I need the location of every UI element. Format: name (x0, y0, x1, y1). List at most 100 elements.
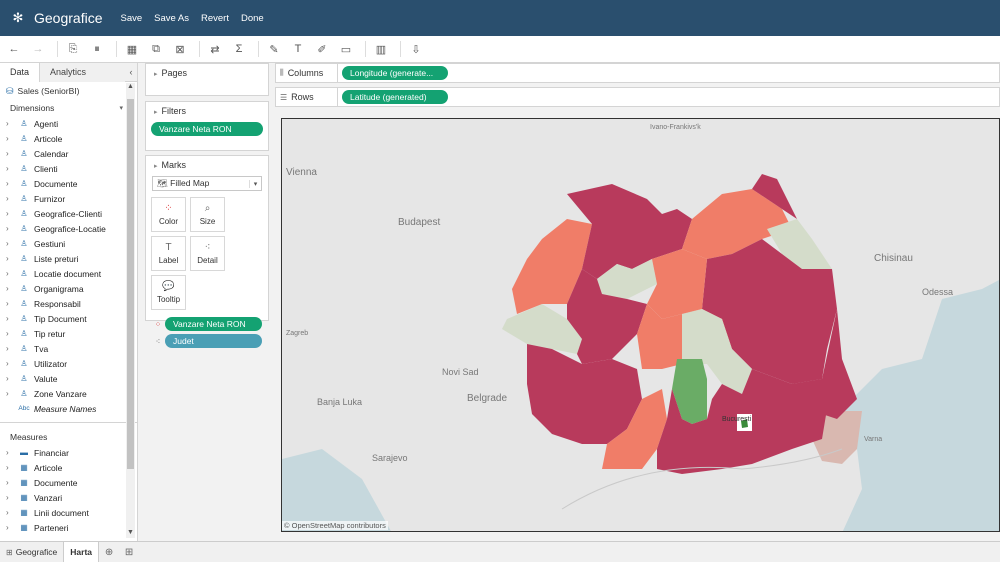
dimension-item[interactable]: › ♙ Tva (0, 341, 137, 356)
collapse-caret-icon: ▸ (154, 109, 158, 116)
tab-data[interactable]: Data (0, 63, 41, 82)
map-label-sarajevo: Sarajevo (372, 453, 408, 463)
text-icon[interactable]: T (288, 39, 308, 59)
cards-pane: ▸ Pages ▸ Filters Vanzare Neta RON ▸ Marks … (139, 63, 272, 541)
map-label-zagreb: Zagreb (286, 330, 308, 337)
dimension-item[interactable]: › ♙ Liste preturi (0, 251, 137, 266)
dimension-item[interactable]: › ♙ Articole (0, 131, 137, 146)
collapse-pane-icon[interactable]: ‹ (125, 63, 137, 81)
pause-icon[interactable]: ⏸ (87, 39, 107, 59)
columns-pill[interactable]: Longitude (generate... (342, 66, 448, 80)
detail-pill[interactable]: Judet (165, 334, 262, 348)
color-pill[interactable]: Vanzare Neta RON (165, 317, 262, 331)
columns-shelf[interactable]: ⫼ Columns Longitude (generate... (275, 63, 1000, 83)
measure-item[interactable]: › ▦ Linii document (0, 505, 137, 520)
hierarchy-icon: ♙ (20, 149, 28, 158)
highlight-icon[interactable]: ✎ (264, 39, 284, 59)
dimension-item[interactable]: › ♙ Tip retur (0, 326, 137, 341)
map-label-ivano-frankivsk: Ivano-Frankivs'k (650, 124, 701, 131)
measure-item[interactable]: › ▦ Documente (0, 475, 137, 490)
color-button[interactable]: ⁘ Color (151, 197, 186, 232)
dimension-item[interactable]: › ♙ Locatie document (0, 266, 137, 281)
clear-icon[interactable]: ⊠ (170, 39, 190, 59)
map-canvas[interactable]: Vienna Budapest Chisinau Odessa Novi Sad… (282, 119, 1000, 532)
forward-icon[interactable]: → (28, 39, 48, 59)
color-encoding-icon: ⁘ (154, 319, 162, 329)
scroll-down-icon[interactable]: ▼ (126, 529, 135, 538)
totals-icon[interactable]: Σ (229, 39, 249, 59)
dimension-item[interactable]: › ♙ Furnizor (0, 191, 137, 206)
rows-pill[interactable]: Latitude (generated) (342, 90, 448, 104)
tab-analytics[interactable]: Analytics (40, 63, 125, 82)
marks-header: ▸ Marks (146, 156, 268, 174)
dimension-label: Tip retur (34, 328, 66, 339)
measure-item[interactable]: › ▦ Articole (0, 460, 137, 475)
mark-type-dropdown[interactable]: 🗺 Filled Map ▾ (152, 176, 262, 191)
rows-icon: ☰ (280, 92, 288, 102)
dimension-item[interactable]: › ♙ Geografice-Locatie (0, 221, 137, 236)
dimension-item[interactable]: › ♙ Organigrama (0, 281, 137, 296)
detail-button[interactable]: ⁖ Detail (190, 236, 225, 271)
measure-item[interactable]: › ▦ Vanzari (0, 490, 137, 505)
new-datasource-icon[interactable]: ⎘ (63, 39, 83, 59)
expand-chevron-icon: › (6, 149, 9, 158)
show-me-icon[interactable]: ▥ (371, 39, 391, 59)
save-button[interactable]: Save (120, 13, 142, 24)
annotate-icon[interactable]: ✐ (312, 39, 332, 59)
dimension-item[interactable]: › ♙ Documente (0, 176, 137, 191)
sheet-tabs-bar: ⊞ Geografice Harta ⊕ ⊞ (0, 541, 1000, 562)
tooltip-button[interactable]: 💬 Tooltip (151, 275, 186, 310)
dimension-item[interactable]: › ♙ Calendar (0, 146, 137, 161)
scroll-up-icon[interactable]: ▲ (126, 83, 135, 92)
done-button[interactable]: Done (241, 13, 264, 24)
filter-pill[interactable]: Vanzare Neta RON (151, 122, 263, 136)
dimension-item[interactable]: › ♙ Utilizator (0, 356, 137, 371)
scrollbar-thumb[interactable] (127, 99, 134, 469)
data-pane-scrollbar[interactable]: ▲ ▼ (126, 83, 135, 538)
map-label-novi-sad: Novi Sad (442, 367, 479, 377)
measure-item[interactable]: › ▦ Parteneri (0, 520, 137, 535)
map-label-bucuresti: Bucuresti (722, 416, 752, 423)
dimension-item[interactable]: › ♙ Agenti (0, 116, 137, 131)
dimension-item[interactable]: › ♙ Geografice-Clienti (0, 206, 137, 221)
hierarchy-icon: ♙ (20, 134, 28, 143)
dimension-item[interactable]: › ♙ Gestiuni (0, 236, 137, 251)
map-view[interactable]: Vienna Budapest Chisinau Odessa Novi Sad… (281, 118, 1000, 532)
expand-chevron-icon: › (6, 134, 9, 143)
sheet-tab-geografice[interactable]: ⊞ Geografice (0, 542, 65, 562)
dimension-label: Clienti (34, 163, 58, 174)
expand-chevron-icon: › (6, 269, 9, 278)
save-as-button[interactable]: Save As (154, 13, 189, 24)
size-button[interactable]: ⌕ Size (190, 197, 225, 232)
dimension-item[interactable]: › ♙ Responsabil (0, 296, 137, 311)
dimension-item[interactable]: › ♙ Valute (0, 371, 137, 386)
columns-label: Columns (287, 68, 324, 78)
dimension-item[interactable]: › ♙ Clienti (0, 161, 137, 176)
toolbar-separator (258, 41, 259, 57)
dimension-item[interactable]: › ♙ Zone Vanzare (0, 386, 137, 401)
fit-icon[interactable]: ▭ (336, 39, 356, 59)
map-attribution: © OpenStreetMap contributors (282, 521, 388, 530)
dimension-item[interactable]: › ♙ Tip Document (0, 311, 137, 326)
filters-card[interactable]: ▸ Filters Vanzare Neta RON (145, 101, 269, 151)
rows-shelf[interactable]: ☰ Rows Latitude (generated) (275, 87, 1000, 107)
dimensions-menu-icon[interactable]: ▾ (119, 104, 123, 112)
measure-item[interactable]: › ▬ Financiar (0, 445, 137, 460)
new-worksheet-icon[interactable]: ⊕ (99, 542, 119, 562)
new-dashboard-icon[interactable]: ⊞ (119, 542, 139, 562)
label-button[interactable]: T Label (151, 236, 186, 271)
swap-icon[interactable]: ⇄ (205, 39, 225, 59)
datasource-item[interactable]: ⛁ Sales (SeniorBI) (0, 82, 137, 100)
pages-card[interactable]: ▸ Pages (145, 63, 269, 96)
new-sheet-icon[interactable]: ▦ (122, 39, 142, 59)
present-icon[interactable]: ⇩ (406, 39, 426, 59)
back-icon[interactable]: ← (4, 39, 24, 59)
table-icon: ▦ (20, 508, 28, 517)
dimension-item[interactable]: Abc Measure Names (0, 401, 137, 416)
revert-button[interactable]: Revert (201, 13, 229, 24)
sheet-tab-label: Geografice (15, 547, 58, 557)
duplicate-icon[interactable]: ⧉ (146, 39, 166, 59)
sheet-tab-harta[interactable]: Harta (64, 542, 100, 562)
dimension-label: Calendar (34, 148, 69, 159)
dimension-label: Articole (34, 133, 63, 144)
